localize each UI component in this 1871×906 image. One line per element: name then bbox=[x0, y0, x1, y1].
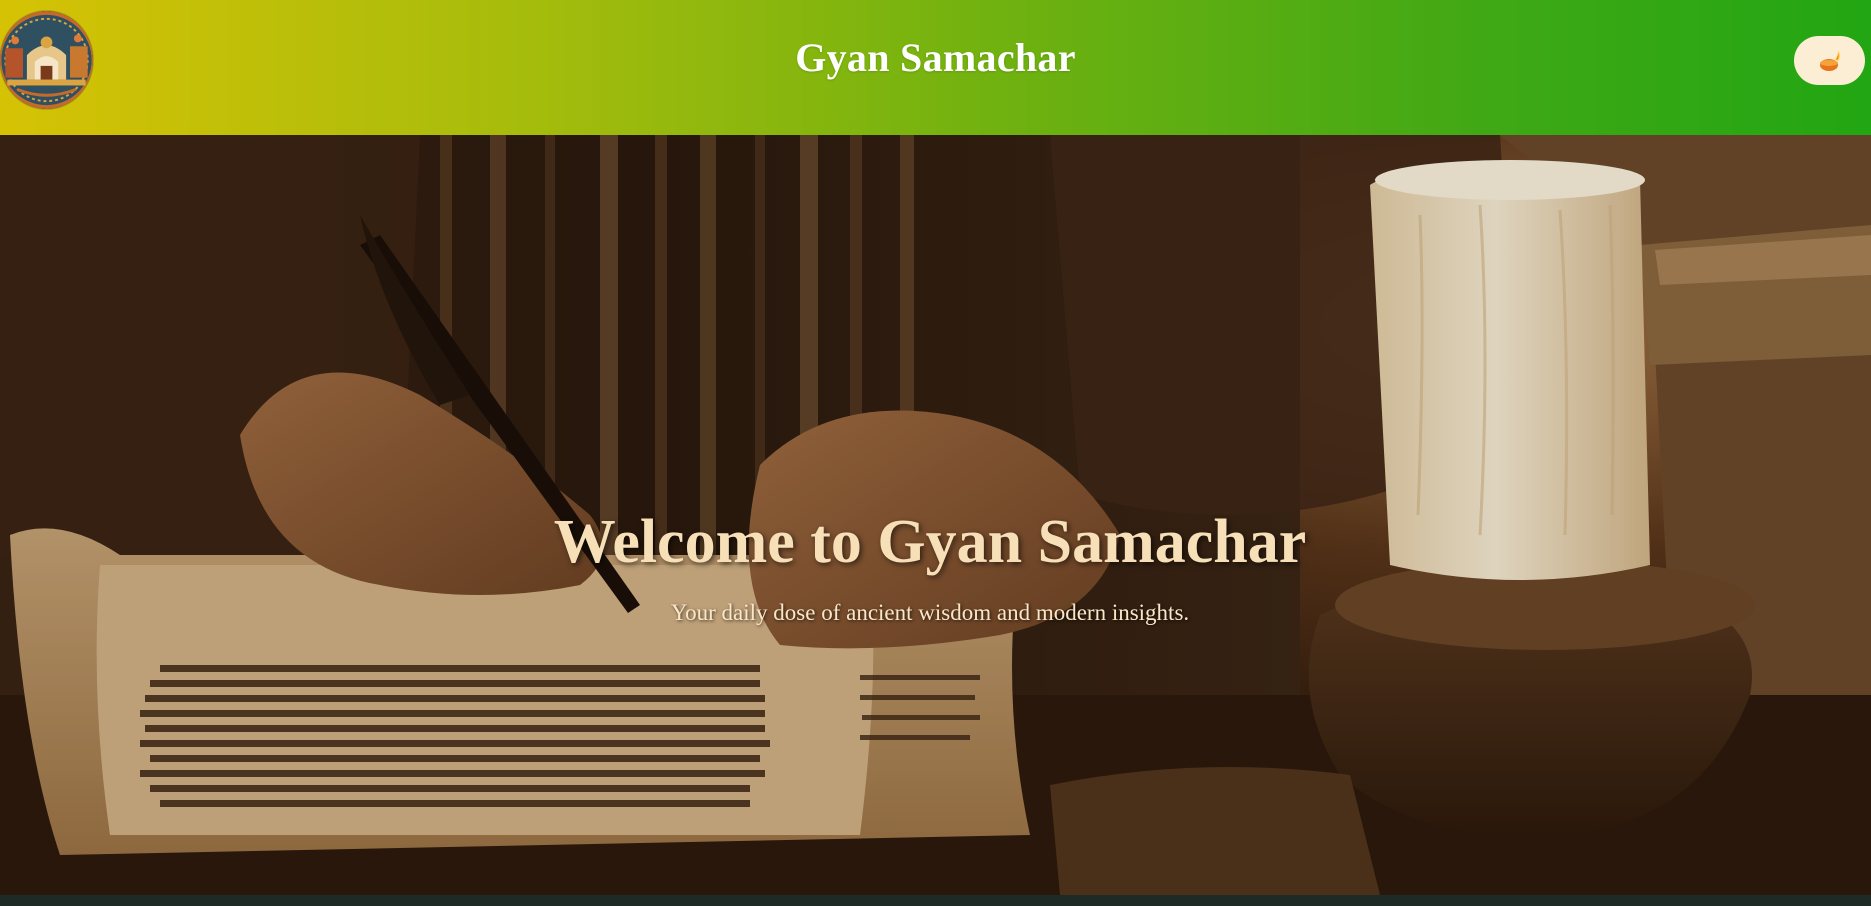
hero-section: Welcome to Gyan Samachar Your daily dose… bbox=[0, 135, 1871, 895]
site-header: Gyan Samachar bbox=[0, 0, 1871, 135]
page-bottom-strip bbox=[0, 895, 1871, 906]
diya-lamp-icon bbox=[1819, 48, 1840, 71]
hero-subtitle: Your daily dose of ancient wisdom and mo… bbox=[670, 600, 1190, 625]
theme-toggle-button[interactable] bbox=[1794, 36, 1865, 85]
site-title: Gyan Samachar bbox=[795, 35, 1076, 80]
hero-title: Welcome to Gyan Samachar bbox=[553, 508, 1307, 576]
